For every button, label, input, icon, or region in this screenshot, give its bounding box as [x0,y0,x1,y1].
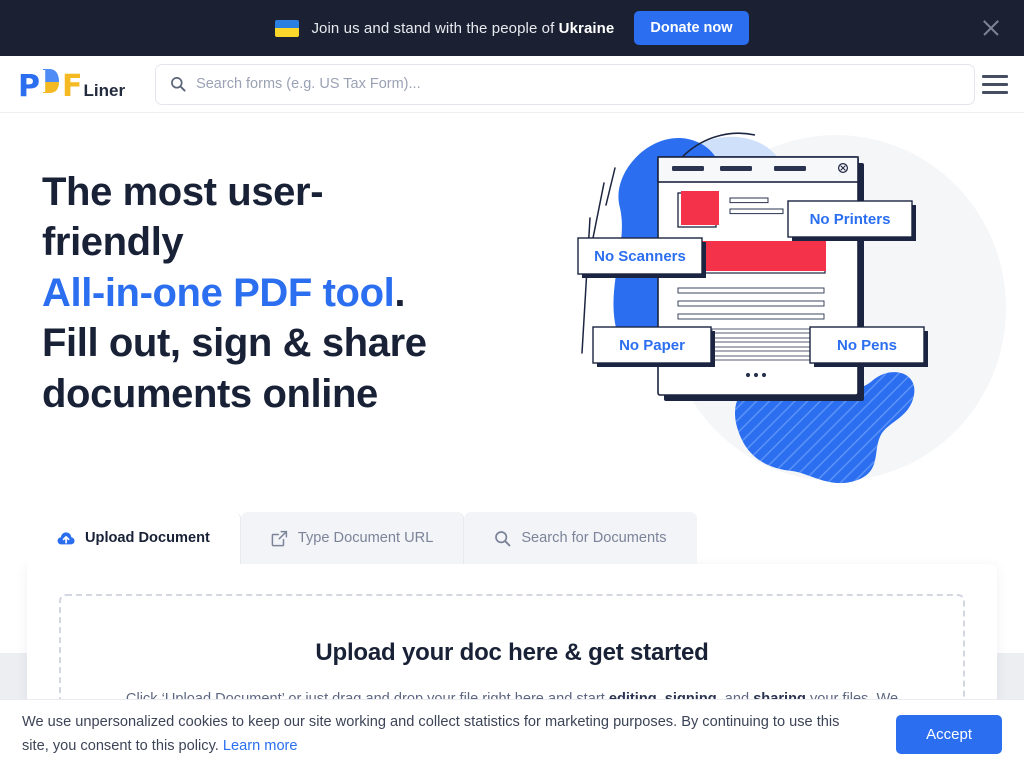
ukraine-flag-icon [275,19,300,37]
search-icon [494,530,511,547]
hero-line-3-accent: All-in-one PDF tool [42,270,395,315]
site-header: P F Liner [0,56,1024,113]
tab-upload-document[interactable]: Upload Document [27,512,241,564]
hero-line-1: The most user- [42,170,324,214]
illustration-label-no-scanners: No Scanners [594,248,686,265]
hero-line-3-period: . [394,270,406,315]
hero-illustration: No Printers No Scanners No Paper No Pens [560,113,1024,503]
hero-line-2: friendly [42,220,184,265]
tab-label: Upload Document [85,530,210,546]
hero-section: The most user- friendly All-in-one PDF t… [0,113,1024,503]
hamburger-menu-icon[interactable] [982,71,1008,97]
hero-line-5: documents online [42,371,378,416]
external-link-icon [271,530,288,547]
page-root: Join us and stand with the people of Ukr… [0,0,1024,768]
cloud-upload-icon [57,531,75,546]
logo-letter-f: F [62,69,82,104]
search-bar[interactable] [155,63,976,105]
tab-search-for-documents[interactable]: Search for Documents [464,512,697,564]
donate-now-button[interactable]: Donate now [634,11,749,45]
accept-cookies-button[interactable]: Accept [896,714,1002,754]
logo-letter-d-icon [39,66,63,96]
promo-banner-text: Join us and stand with the people of Ukr… [311,20,614,37]
search-input[interactable] [196,64,961,104]
promo-text-bold: Ukraine [558,19,615,37]
pdfliner-logo[interactable]: P F Liner [18,66,125,102]
learn-more-link[interactable]: Learn more [223,738,298,754]
cookie-consent-bar: We use unpersonalized cookies to keep ou… [0,700,1024,768]
tab-label: Search for Documents [521,530,667,546]
upload-tabs: Upload Document Type Document URL Search… [27,512,697,564]
cookie-consent-text: We use unpersonalized cookies to keep ou… [22,710,852,758]
logo-letter-p: P [18,69,40,104]
dropzone-title: Upload your doc here & get started [315,639,709,666]
hero-headline: The most user- friendly All-in-one PDF t… [42,167,512,419]
illustration-label-no-printers: No Printers [810,211,891,228]
cookie-text-body: We use unpersonalized cookies to keep ou… [22,713,840,754]
tab-type-document-url[interactable]: Type Document URL [240,512,465,564]
tab-label: Type Document URL [297,530,434,546]
logo-wordmark: Liner [83,81,126,100]
close-icon[interactable] [980,17,1002,39]
promo-text-plain: Join us and stand with the people of [311,19,559,37]
promo-banner-content: Join us and stand with the people of Ukr… [275,11,749,45]
hero-line-4: Fill out, sign & share [42,321,427,366]
illustration-label-no-paper: No Paper [619,337,685,354]
search-icon [170,76,186,92]
ukraine-promo-banner: Join us and stand with the people of Ukr… [0,0,1024,56]
illustration-label-no-pens: No Pens [837,337,897,354]
